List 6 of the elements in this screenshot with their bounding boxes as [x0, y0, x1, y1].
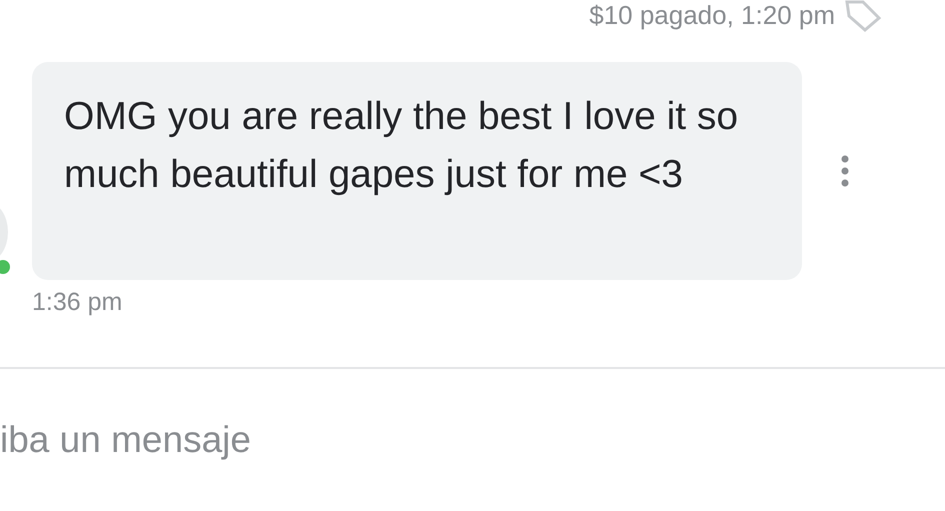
message-input-field[interactable]: iba un mensaje — [0, 415, 600, 465]
message-time: 1:36 pm — [32, 288, 122, 317]
more-options-icon[interactable] — [839, 154, 851, 188]
payment-status: $10 pagado, 1:20 pm — [589, 0, 835, 30]
message-bubble: OMG you are really the best I love it so much beautiful gapes just for me <3 — [32, 62, 802, 280]
tag-icon — [843, 0, 883, 32]
